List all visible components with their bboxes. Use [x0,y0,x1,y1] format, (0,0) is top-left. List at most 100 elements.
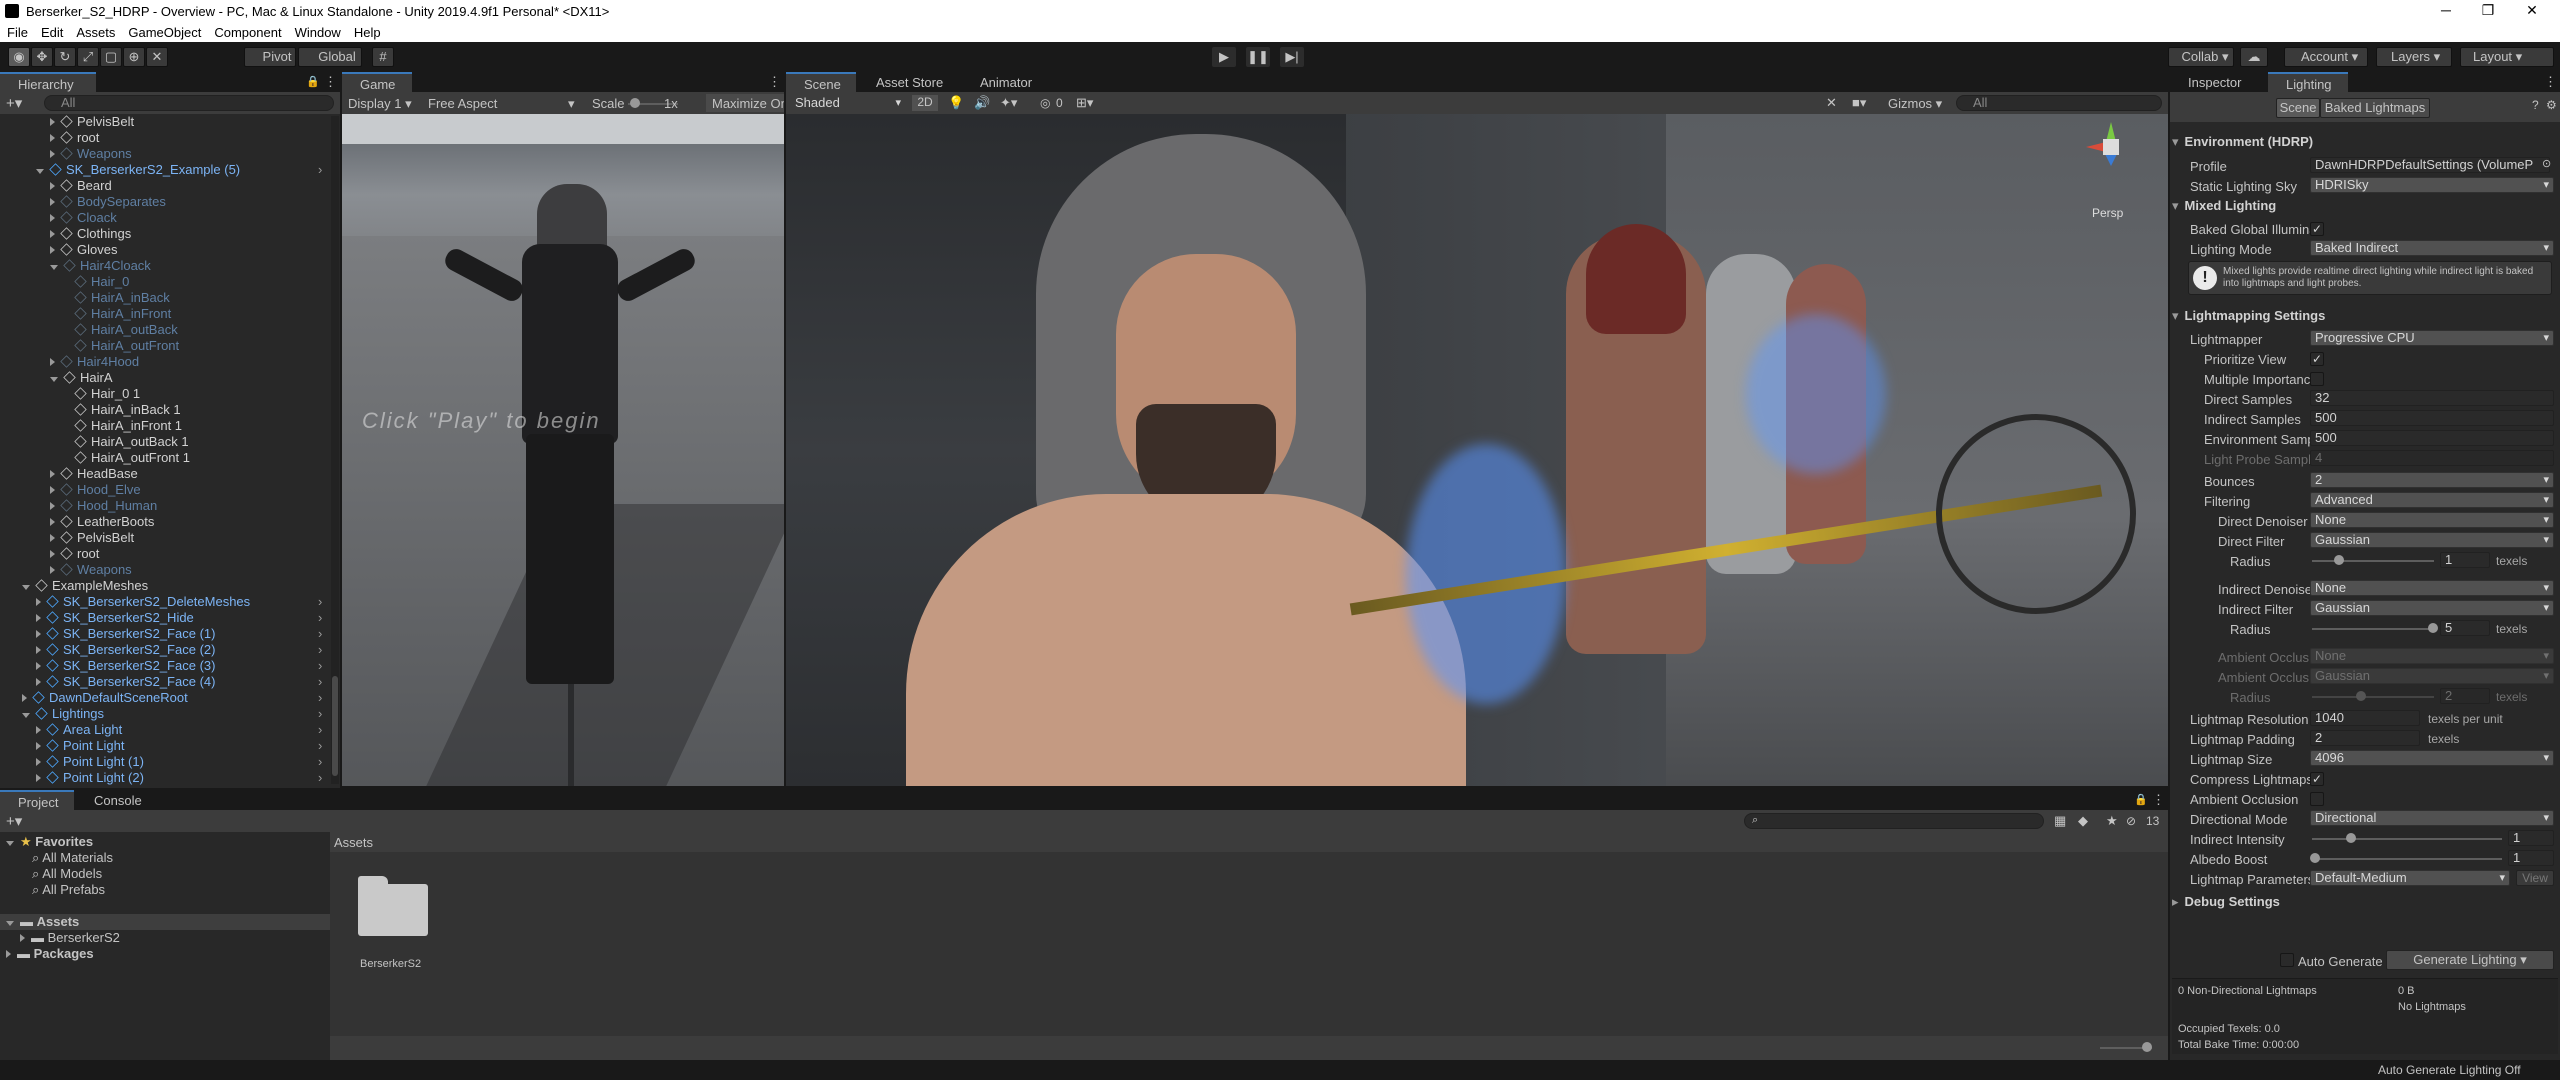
prefab-open-chevron-icon[interactable]: › [318,770,322,786]
pivot-button[interactable]: Pivot [244,47,296,67]
expand-down-icon[interactable] [22,585,30,590]
game-kebab-icon[interactable]: ⋮ [768,74,781,90]
expand-right-icon[interactable] [50,486,55,494]
expand-right-icon[interactable] [50,502,55,510]
project-kebab-icon[interactable]: ⋮ [2152,792,2165,808]
ambient-occlusion-checkbox[interactable] [2310,792,2324,806]
tab-hierarchy[interactable]: Hierarchy [0,72,96,92]
hierarchy-item[interactable]: BodySeparates [50,194,166,210]
expand-right-icon[interactable] [36,646,41,654]
subtab-scene[interactable]: Scene [2276,98,2320,118]
hierarchy-item[interactable]: SK_BerserkerS2_Face (3) › [36,658,322,674]
view-parameters-button[interactable]: View [2516,870,2554,886]
minimize-icon[interactable]: ─ [2426,2,2466,20]
menu-gameobject[interactable]: GameObject [121,22,207,40]
expand-right-icon[interactable] [36,758,41,766]
custom-tool-icon[interactable]: ✕ [146,47,168,67]
hierarchy-item[interactable]: LeatherBoots [50,514,154,530]
auto-generate-checkbox[interactable] [2280,953,2294,967]
prefab-open-chevron-icon[interactable]: › [318,706,322,722]
step-button[interactable]: ▶| [1280,47,1304,67]
lightmapping-settings-header[interactable]: Lightmapping Settings [2172,306,2560,326]
camera-icon[interactable]: ■▾ [1852,95,1866,111]
indirect-filter-dropdown[interactable]: Gaussian [2310,600,2554,616]
prefab-open-chevron-icon[interactable]: › [318,610,322,626]
lightmap-size-dropdown[interactable]: 4096 [2310,750,2554,766]
hierarchy-item[interactable]: Lightings › [22,706,322,722]
environment-header[interactable]: Environment (HDRP) [2172,132,2560,152]
expand-right-icon[interactable] [50,550,55,558]
project-lock-icon[interactable]: 🔒 [2134,793,2148,806]
shading-mode-dropdown[interactable]: Shaded [790,95,906,111]
pause-button[interactable]: ❚❚ [1246,47,1270,67]
maximize-icon[interactable]: ❐ [2468,2,2508,20]
prefab-open-chevron-icon[interactable]: › [318,690,322,706]
collab-button[interactable]: Collab ▾ [2168,47,2234,67]
help-icon[interactable]: ? [2532,98,2539,112]
hand-tool-icon[interactable]: ◉ [8,47,30,67]
tab-inspector[interactable]: Inspector [2170,72,2266,92]
hierarchy-item[interactable]: HairA_outFront 1 [64,450,190,466]
albedo-boost-slider-track[interactable] [2312,858,2502,860]
hierarchy-item[interactable]: Gloves [50,242,117,258]
cloud-icon[interactable]: ☁ [2240,47,2268,67]
layers-button[interactable]: Layers ▾ [2376,47,2452,67]
lightmap-parameters-dropdown[interactable]: Default-Medium [2310,870,2510,886]
indirect-samples-field[interactable]: 500 [2310,410,2554,426]
global-button[interactable]: Global [298,47,362,67]
hierarchy-item[interactable]: HairA_outBack [64,322,178,338]
rotate-tool-icon[interactable]: ↻ [54,47,76,67]
scale-tool-icon[interactable]: ⤢ [77,47,99,67]
hierarchy-item[interactable]: Hair_0 1 [64,386,140,402]
hierarchy-item[interactable]: Weapons [50,562,132,578]
tab-animator[interactable]: Animator [962,72,1042,92]
maximize-on-play-button[interactable]: Maximize On [706,94,784,112]
expand-right-icon[interactable] [50,230,55,238]
expand-right-icon[interactable] [50,246,55,254]
berserker-folder-item[interactable]: ▬ BerserkerS2 [20,930,120,946]
aspect-chevron-icon[interactable]: ▾ [568,96,575,112]
expand-right-icon[interactable] [36,598,41,606]
hierarchy-item[interactable]: PelvisBelt [50,114,134,130]
aspect-dropdown[interactable]: Free Aspect [428,96,497,111]
indirect-denoiser-dropdown[interactable]: None [2310,580,2554,596]
scale-slider-knob[interactable] [630,98,640,108]
albedo-boost-field[interactable]: 1 [2508,850,2554,866]
hierarchy-item[interactable]: root [50,546,99,562]
packages-folder-item[interactable]: ▬ Packages [6,946,94,962]
game-viewport[interactable]: Click "Play" to begin [342,114,784,786]
filter-type-icon[interactable]: ▦ [2054,813,2066,829]
hierarchy-item[interactable]: Point Light (1) › [36,754,322,770]
hierarchy-item[interactable]: SK_BerserkerS2_Example (5) › [36,162,322,178]
prefab-open-chevron-icon[interactable]: › [318,722,322,738]
expand-right-icon[interactable] [50,134,55,142]
hierarchy-item[interactable]: HairA_inFront [64,306,171,322]
prefab-open-chevron-icon[interactable]: › [318,658,322,674]
assets-folder-item[interactable]: ▬ Assets [0,914,330,930]
debug-settings-header[interactable]: Debug Settings [2172,892,2560,912]
display-dropdown[interactable]: Display 1 ▾ [348,96,412,112]
menu-component[interactable]: Component [207,22,287,40]
scene-search-input[interactable]: All [1956,95,2162,111]
hierarchy-search-input[interactable]: All [44,95,334,111]
hierarchy-item[interactable]: Hair_0 [64,274,129,290]
breadcrumb-assets[interactable]: Assets [334,835,373,850]
multiple-importance-checkbox[interactable] [2310,372,2324,386]
indirect-radius-slider-track[interactable] [2312,628,2434,630]
hierarchy-item[interactable]: root [50,130,99,146]
hierarchy-item[interactable]: HeadBase [50,466,138,482]
expand-right-icon[interactable] [50,182,55,190]
grid-snap-icon[interactable]: # [372,47,394,67]
hierarchy-item[interactable]: SK_BerserkerS2_DeleteMeshes › [36,594,322,610]
expand-right-icon[interactable] [36,662,41,670]
indirect-intensity-field[interactable]: 1 [2508,830,2554,846]
hidden-packages-icon[interactable]: ⊘ [2126,814,2136,828]
expand-down-icon[interactable] [36,169,44,174]
indirect-radius-field[interactable]: 5 [2440,620,2490,636]
menu-help[interactable]: Help [347,22,387,40]
scene-viewport[interactable]: Persp [786,114,2168,786]
expand-right-icon[interactable] [36,742,41,750]
view-options-icon[interactable]: ⊞▾ [1076,95,1093,111]
hierarchy-item[interactable]: SK_BerserkerS2_Hide › [36,610,322,626]
hierarchy-item[interactable]: HairA_outBack 1 [64,434,189,450]
